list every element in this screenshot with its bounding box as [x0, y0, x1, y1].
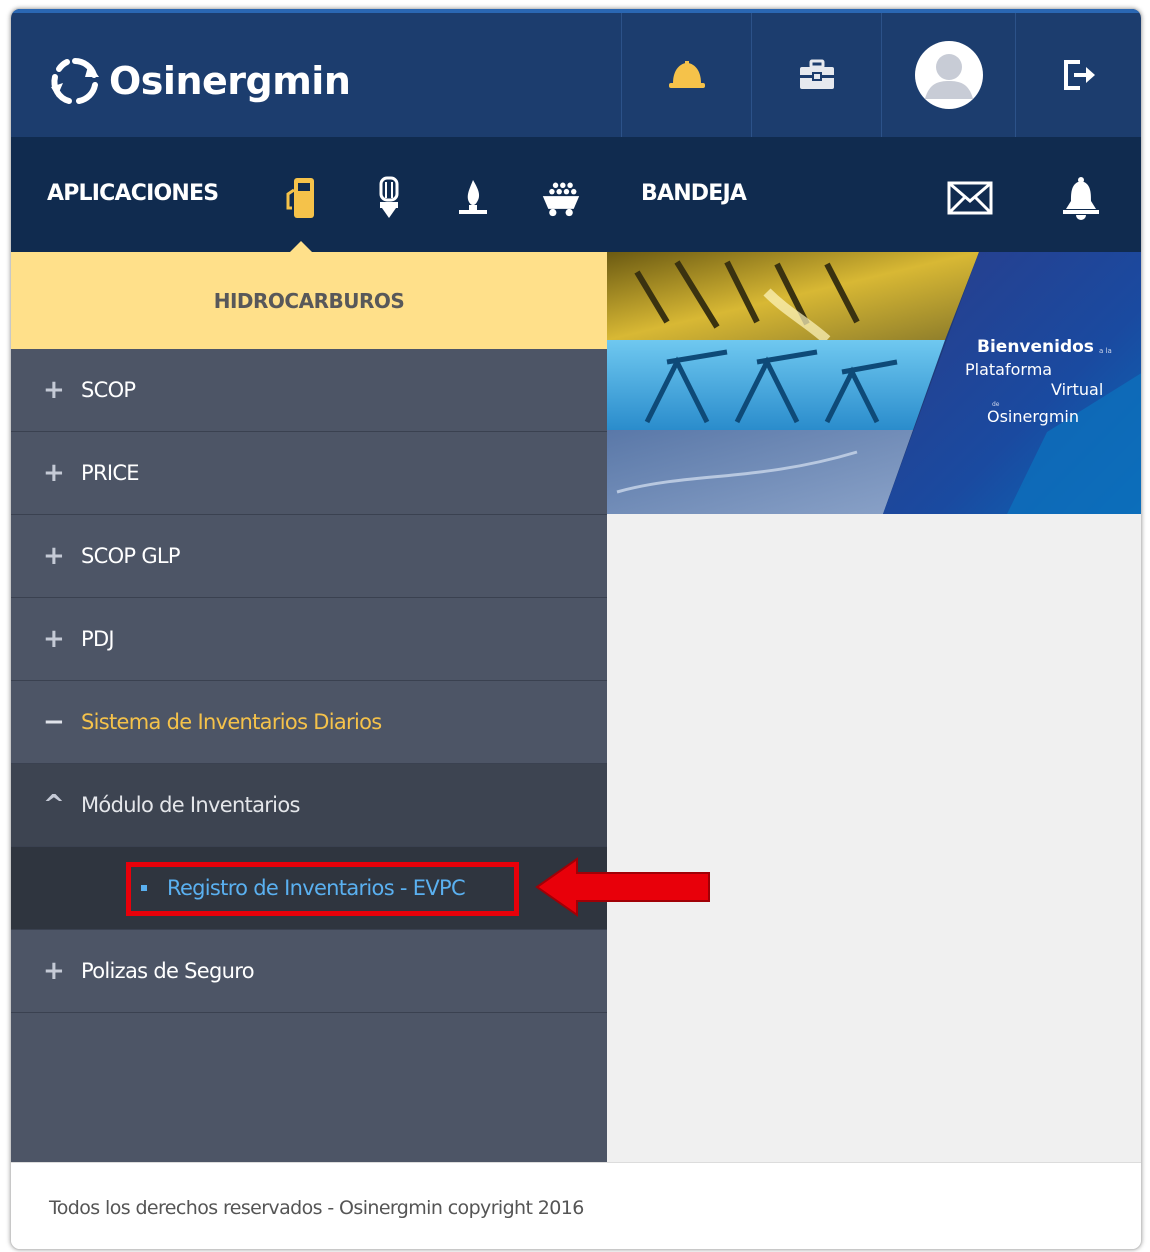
user-avatar-button[interactable]: [881, 13, 1015, 137]
light-bulb-icon: [379, 176, 399, 218]
content-area: [607, 514, 1141, 1162]
banner-line4: Osinergmin: [987, 407, 1079, 426]
sidebar-item-inventarios-diarios[interactable]: − Sistema de Inventarios Diarios: [11, 681, 607, 764]
sidebar-item-scop-glp[interactable]: + SCOP GLP: [11, 515, 607, 598]
sidebar-item-label: Módulo de Inventarios: [81, 793, 300, 817]
expand-icon: +: [43, 458, 65, 488]
expand-icon: +: [43, 375, 65, 405]
avatar: [914, 41, 983, 109]
banner-line3: Virtual: [1051, 380, 1103, 399]
sidebar-item-price[interactable]: + PRICE: [11, 432, 607, 515]
red-arrow-annotation: [535, 857, 710, 917]
expand-icon: +: [43, 624, 65, 654]
hard-hat-button[interactable]: [621, 13, 751, 137]
expand-icon: +: [43, 956, 65, 986]
collapse-icon: −: [43, 707, 65, 737]
gas-flame-icon: [459, 180, 487, 214]
fuel-pump-icon: [286, 178, 314, 218]
highlight-annotation: [126, 862, 519, 916]
logout-icon: [1063, 60, 1095, 90]
sidebar-item-scop[interactable]: + SCOP: [11, 349, 607, 432]
inbox-title: BANDEJA: [641, 181, 747, 206]
sidebar-item-label: PRICE: [81, 461, 140, 485]
sidebar-item-label: PDJ: [81, 627, 115, 651]
fuel-pump-button[interactable]: [283, 175, 323, 221]
brand-name: Osinergmin: [109, 59, 351, 103]
mail-icon[interactable]: [947, 181, 993, 215]
welcome-banner: Bienvenidos a la Plataforma Virtual de O…: [607, 252, 1141, 514]
light-bulb-button[interactable]: [369, 175, 409, 221]
banner-line1-small: a la: [1099, 347, 1112, 355]
inbox-bar: BANDEJA: [607, 137, 1141, 252]
briefcase-icon: [799, 59, 834, 89]
banner-line2: Plataforma: [965, 360, 1052, 379]
applications-title: APLICACIONES: [47, 181, 219, 206]
sidebar-item-pdj[interactable]: + PDJ: [11, 598, 607, 681]
applications-bar: APLICACIONES: [11, 137, 607, 253]
banner-line1: Bienvenidos: [977, 337, 1094, 357]
footer-copyright: Todos los derechos reservados - Osinergm…: [49, 1197, 584, 1219]
sidebar-item-label: Polizas de Seguro: [81, 959, 255, 983]
sidebar-subitem-modulo-inventarios[interactable]: ^ Módulo de Inventarios: [11, 764, 607, 847]
briefcase-button[interactable]: [751, 13, 881, 137]
chevron-up-icon: ^: [43, 790, 65, 820]
sidebar-item-polizas-seguro[interactable]: + Polizas de Seguro: [11, 930, 607, 1013]
brand-logo[interactable]: Osinergmin: [49, 57, 351, 105]
bell-icon[interactable]: [1061, 175, 1101, 221]
top-header: Osinergmin: [11, 9, 1141, 137]
app-window: Osinergmin APLICACIONES BANDEJA HIDROCAR…: [10, 8, 1142, 1250]
osinergmin-logo-icon: [51, 58, 99, 104]
page-footer: Todos los derechos reservados - Osinergm…: [11, 1162, 1141, 1249]
sidebar-item-label: SCOP: [81, 378, 136, 402]
sidebar-item-label: Sistema de Inventarios Diarios: [81, 710, 382, 734]
hard-hat-icon: [668, 61, 705, 88]
banner-image: Bienvenidos a la Plataforma Virtual de O…: [607, 252, 1141, 514]
expand-icon: +: [43, 541, 65, 571]
mining-cart-icon: [542, 182, 580, 217]
sidebar-item-label: SCOP GLP: [81, 544, 181, 568]
mining-cart-button[interactable]: [541, 175, 581, 221]
section-title: HIDROCARBUROS: [213, 288, 405, 313]
logout-button[interactable]: [1015, 13, 1141, 137]
section-header[interactable]: HIDROCARBUROS: [11, 252, 607, 349]
sidebar-menu: HIDROCARBUROS + SCOP + PRICE + SCOP GLP …: [11, 252, 607, 1162]
gas-flame-button[interactable]: [453, 175, 493, 221]
